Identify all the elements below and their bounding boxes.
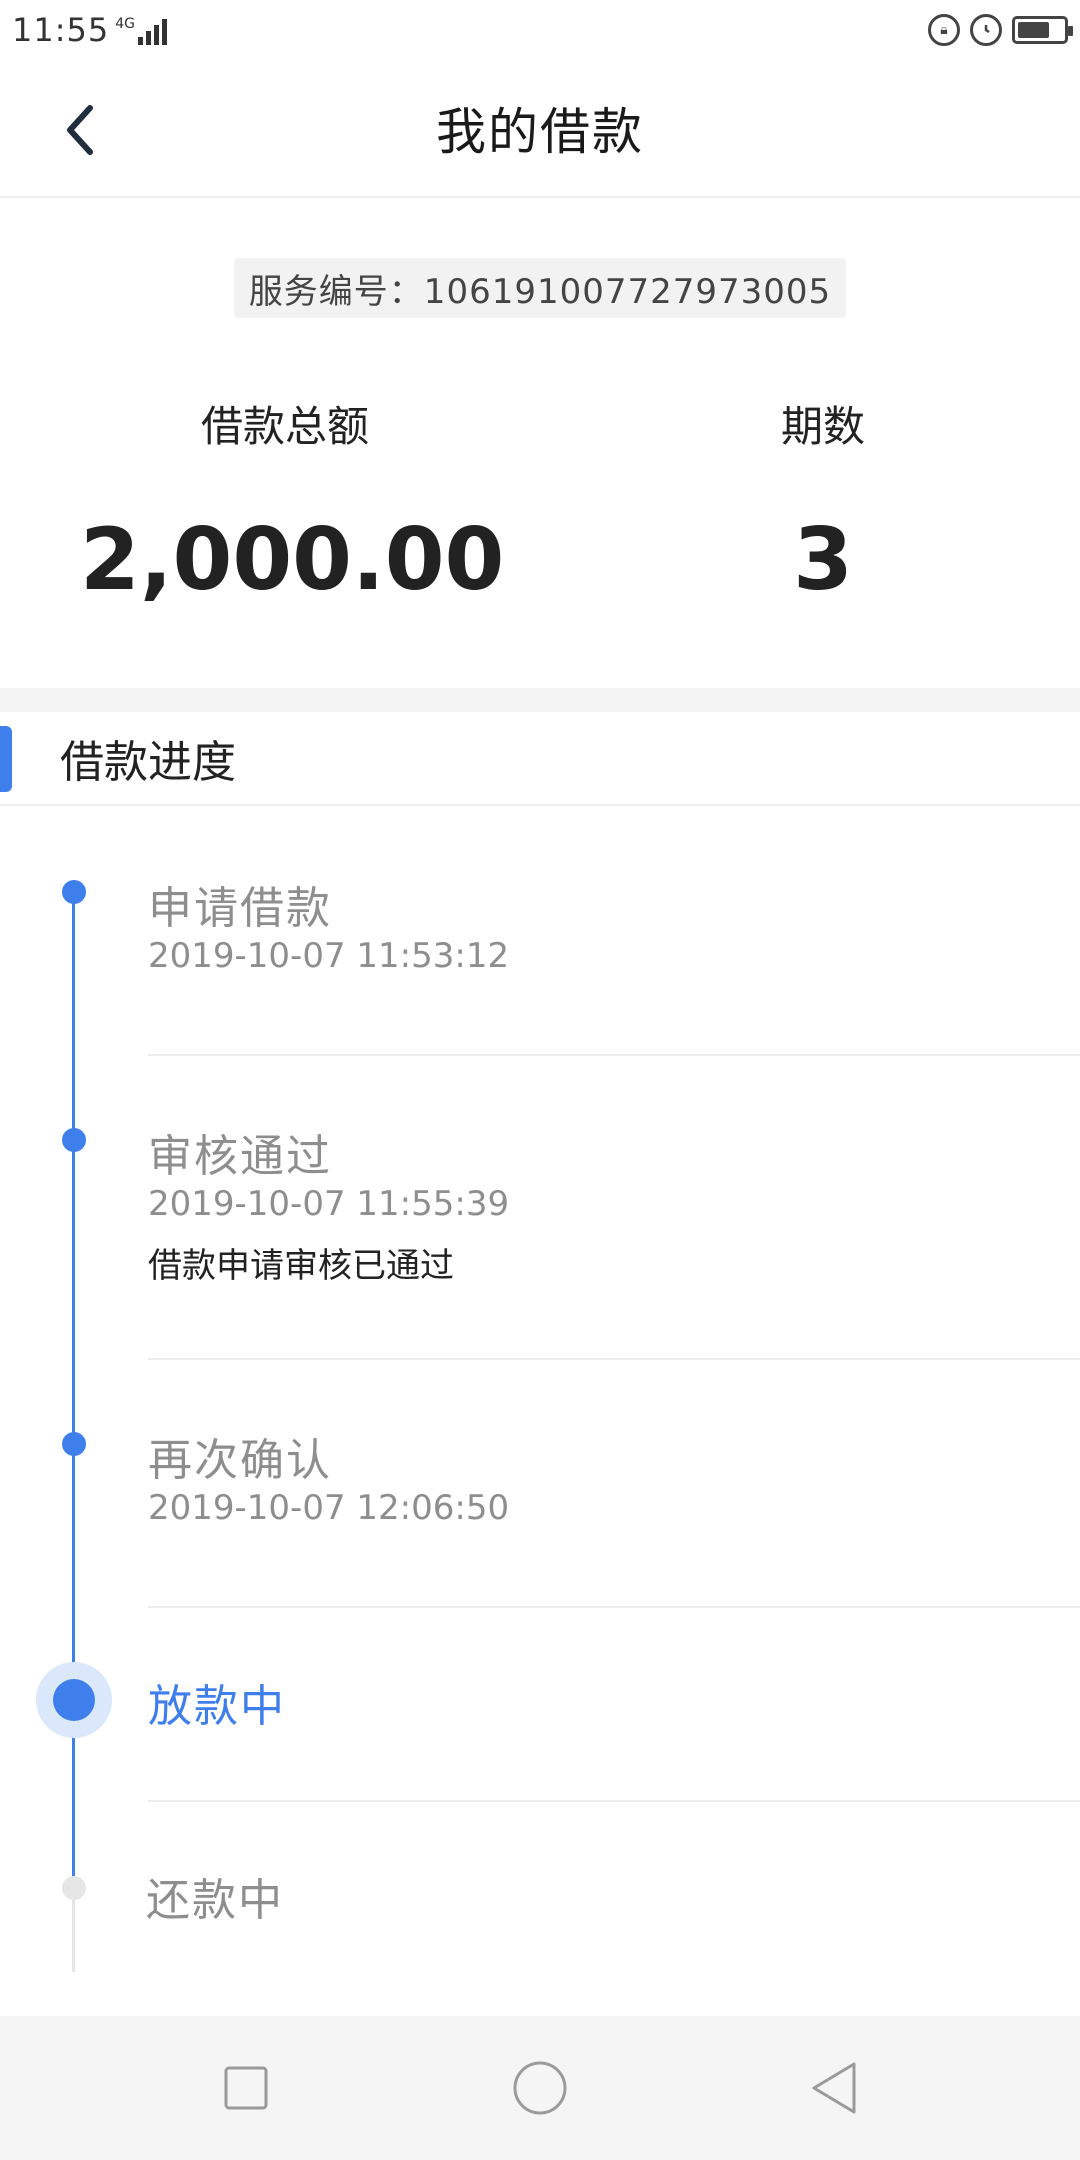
home-button[interactable] xyxy=(508,2056,572,2120)
total-amount-label: 借款总额 xyxy=(200,402,369,451)
section-divider xyxy=(0,688,1080,712)
recent-apps-button[interactable] xyxy=(214,2056,278,2120)
alarm-icon xyxy=(970,14,1002,46)
chevron-left-icon xyxy=(67,105,93,155)
step-dot-pending xyxy=(62,1876,86,1900)
step-dot-current xyxy=(53,1679,95,1721)
back-triangle-icon xyxy=(812,2062,856,2114)
page: 11:55 4G 🔒︎ 我的借款 服务编号：106191007727973005… xyxy=(0,0,1080,2160)
signal-icon: 4G xyxy=(115,15,167,45)
step-title: 申请借款 xyxy=(148,883,332,934)
lock-rotation-icon: 🔒︎ xyxy=(928,14,960,46)
system-nav-bar xyxy=(0,2016,1080,2160)
back-button[interactable] xyxy=(50,100,110,160)
timeline-line-pending xyxy=(72,1892,75,1972)
network-type: 4G xyxy=(115,16,135,32)
section-title: 借款进度 xyxy=(60,737,236,788)
battery-level xyxy=(1018,22,1049,38)
battery-icon xyxy=(1012,16,1073,44)
step-dot-done xyxy=(62,1432,86,1456)
timeline-line-active xyxy=(72,892,75,1892)
status-left: 11:55 4G xyxy=(12,11,167,49)
total-amount-value: 2,000.00 xyxy=(80,510,505,610)
step-dot-done xyxy=(62,1128,86,1152)
status-time: 11:55 xyxy=(12,11,110,49)
step-separator xyxy=(148,1358,1080,1360)
step-time: 2019-10-07 12:06:50 xyxy=(148,1488,510,1528)
home-icon xyxy=(513,2061,567,2115)
step-separator xyxy=(148,1054,1080,1056)
recent-apps-icon xyxy=(224,2066,268,2110)
step-separator xyxy=(148,1800,1080,1802)
step-note: 借款申请审核已通过 xyxy=(148,1246,454,1286)
periods-label: 期数 xyxy=(780,402,865,451)
step-time: 2019-10-07 11:53:12 xyxy=(148,936,510,976)
page-title: 我的借款 xyxy=(436,103,644,161)
back-nav-button[interactable] xyxy=(802,2056,866,2120)
section-accent-bar xyxy=(0,726,12,792)
loan-summary: 服务编号：106191007727973005 借款总额 2,000.00 期数… xyxy=(0,198,1080,688)
status-bar: 11:55 4G 🔒︎ xyxy=(0,0,1080,60)
service-number: 服务编号：106191007727973005 xyxy=(234,258,846,318)
progress-section-header: 借款进度 xyxy=(0,712,1080,806)
step-separator xyxy=(148,1606,1080,1608)
step-title: 还款中 xyxy=(146,1875,284,1926)
progress-timeline: 申请借款 2019-10-07 11:53:12 审核通过 2019-10-07… xyxy=(0,806,1080,2016)
top-app-bar: 我的借款 xyxy=(0,60,1080,198)
step-title: 再次确认 xyxy=(148,1435,332,1486)
step-title-current: 放款中 xyxy=(148,1681,286,1732)
step-title: 审核通过 xyxy=(148,1131,332,1182)
status-right: 🔒︎ xyxy=(928,14,1073,46)
periods-value: 3 xyxy=(793,510,853,610)
step-dot-done xyxy=(62,880,86,904)
step-time: 2019-10-07 11:55:39 xyxy=(148,1184,510,1224)
